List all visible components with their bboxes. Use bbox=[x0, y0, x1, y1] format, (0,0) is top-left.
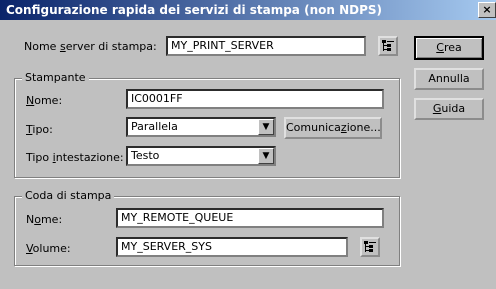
volume-label: Volume: bbox=[26, 242, 71, 255]
server-name-label: Nome server di stampa: bbox=[24, 40, 157, 53]
volume-browse-button[interactable] bbox=[360, 237, 380, 257]
communication-button[interactable]: Comunicazione... bbox=[284, 117, 382, 139]
queue-group-legend: Coda di stampa bbox=[22, 189, 115, 202]
server-browse-button[interactable] bbox=[378, 36, 398, 56]
queue-name-label: Nome: bbox=[26, 213, 63, 226]
printer-type-dropdown[interactable]: Parallela ▼ bbox=[126, 117, 276, 137]
server-name-field[interactable]: MY_PRINT_SERVER bbox=[166, 36, 366, 56]
browse-tree-icon bbox=[382, 40, 394, 51]
close-icon: × bbox=[482, 3, 492, 16]
dialog-window: Configurazione rapida dei servizi di sta… bbox=[0, 0, 496, 289]
printer-name-label: Nome: bbox=[26, 94, 63, 107]
queue-name-field[interactable]: MY_REMOTE_QUEUE bbox=[116, 208, 384, 228]
header-type-dropdown[interactable]: Testo ▼ bbox=[126, 146, 276, 166]
close-button[interactable]: × bbox=[478, 2, 496, 18]
cancel-button[interactable]: Annulla bbox=[414, 68, 484, 90]
title-bar[interactable]: Configurazione rapida dei servizi di sta… bbox=[0, 0, 496, 20]
printer-type-value: Parallela bbox=[131, 120, 178, 133]
window-title: Configurazione rapida dei servizi di sta… bbox=[6, 3, 382, 17]
volume-field[interactable]: MY_SERVER_SYS bbox=[116, 237, 348, 257]
printer-group-legend: Stampante bbox=[22, 71, 89, 84]
help-button[interactable]: Guida bbox=[414, 98, 484, 120]
printer-type-label: Tipo: bbox=[26, 123, 53, 136]
chevron-down-icon[interactable]: ▼ bbox=[258, 119, 274, 135]
header-type-value: Testo bbox=[131, 149, 160, 162]
header-type-label: Tipo intestazione: bbox=[26, 151, 124, 164]
create-button[interactable]: Crea bbox=[414, 36, 484, 60]
chevron-down-icon[interactable]: ▼ bbox=[258, 148, 274, 164]
browse-tree-icon bbox=[364, 241, 376, 252]
printer-name-field[interactable]: IC0001FF bbox=[126, 89, 384, 109]
